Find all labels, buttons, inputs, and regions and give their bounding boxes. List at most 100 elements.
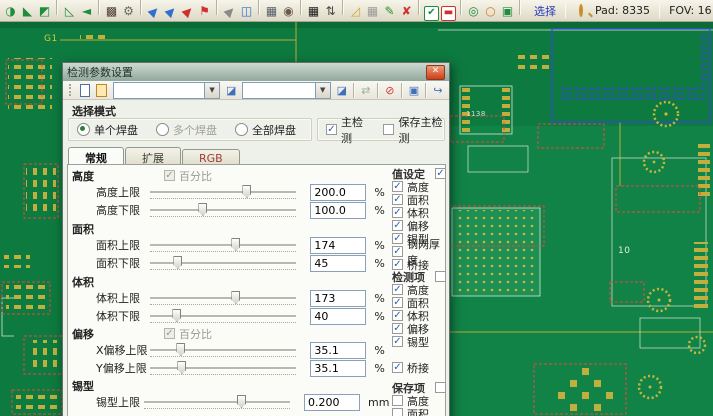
remove-minus-icon[interactable]: ▬ xyxy=(441,6,456,21)
new-template-icon[interactable] xyxy=(80,84,90,97)
save-icon[interactable]: ▣ xyxy=(407,83,421,98)
half-circle-icon[interactable]: ◑ xyxy=(3,3,18,19)
select-mode-label[interactable]: 选择 xyxy=(534,3,556,19)
percent-checkbox[interactable] xyxy=(164,170,175,181)
mode-check-0[interactable]: 主检测 xyxy=(326,114,367,146)
cone-tool-icon[interactable]: ◄ xyxy=(79,3,94,19)
params-panel: 高度百分比高度上限%高度下限%面积面积上限%面积下限%体积体积上限%体积下限%偏… xyxy=(67,164,446,416)
slider-track xyxy=(150,191,296,194)
close-icon[interactable]: ✕ xyxy=(426,65,445,80)
param-slider[interactable] xyxy=(150,307,296,325)
apply-template-1-icon[interactable]: ◪ xyxy=(224,83,238,98)
edit-pencil-icon[interactable]: ✎ xyxy=(382,3,397,19)
circle-orange-icon[interactable]: ○ xyxy=(483,3,498,19)
group-checkbox[interactable] xyxy=(435,382,446,393)
toolbar-separator xyxy=(425,83,427,98)
right-item-面积[interactable]: 面积 xyxy=(392,407,446,416)
param-slider[interactable] xyxy=(150,201,296,219)
disable-icon[interactable]: ⊘ xyxy=(383,83,397,98)
radio-option-0[interactable]: 单个焊盘 xyxy=(77,122,138,138)
dialog-titlebar[interactable]: 检测参数设置 ✕ xyxy=(63,63,449,81)
param-value-input[interactable] xyxy=(304,394,360,411)
template-combo-2[interactable]: ▼ xyxy=(242,82,331,99)
param-slider[interactable] xyxy=(150,236,296,254)
dart-red-icon[interactable]: ▶ xyxy=(177,0,199,22)
pin-red-icon[interactable]: ⚑ xyxy=(197,3,212,19)
measure-area-icon[interactable]: ◣ xyxy=(20,3,35,19)
param-row: 体积上限% xyxy=(96,289,388,307)
checkbox-icon[interactable] xyxy=(392,207,403,218)
radio-icon[interactable] xyxy=(235,123,248,136)
param-value-input[interactable] xyxy=(310,255,366,272)
chevron-down-icon[interactable]: ▼ xyxy=(204,83,219,98)
param-value-input[interactable] xyxy=(310,360,366,377)
param-value-input[interactable] xyxy=(310,342,366,359)
param-slider[interactable] xyxy=(150,289,296,307)
checkbox-icon[interactable] xyxy=(383,124,394,135)
radio-icon[interactable] xyxy=(156,123,169,136)
measure-polygon-icon[interactable]: ◩ xyxy=(37,3,52,19)
ruler-icon[interactable]: ◿ xyxy=(348,3,363,19)
checkbox-icon[interactable] xyxy=(392,297,403,308)
grid-window-icon[interactable]: ▦ xyxy=(264,3,279,19)
group-checkbox[interactable] xyxy=(435,168,446,179)
param-slider[interactable] xyxy=(150,359,296,377)
grid-light-icon[interactable]: ▦ xyxy=(365,3,380,19)
target-circle-icon[interactable]: ◎ xyxy=(466,3,481,19)
param-value-input[interactable] xyxy=(310,290,366,307)
checkbox-icon[interactable] xyxy=(392,181,403,192)
image-icon[interactable]: ▩ xyxy=(104,3,119,19)
toolbar-separator xyxy=(418,0,420,15)
mode-check-1[interactable]: 保存主检测 xyxy=(383,114,444,146)
dart-region-icon[interactable]: ◫ xyxy=(239,3,254,19)
chevron-down-icon[interactable]: ▼ xyxy=(315,83,330,98)
radio-label: 多个焊盘 xyxy=(173,122,217,138)
right-group-1: 检测项高度面积体积偏移锡型桥接 xyxy=(392,270,446,374)
apply-template-2-icon[interactable]: ◪ xyxy=(335,83,349,98)
sync-icon[interactable]: ⇄ xyxy=(359,83,373,98)
right-item-桥接[interactable]: 桥接 xyxy=(392,361,446,374)
checkbox-icon[interactable] xyxy=(392,246,403,257)
delete-x-icon[interactable]: ✘ xyxy=(399,3,414,19)
percent-checkbox[interactable] xyxy=(164,328,175,339)
template-combo-1[interactable]: ▼ xyxy=(113,82,220,99)
camera-icon[interactable]: ◉ xyxy=(281,3,296,19)
right-item-锡型[interactable]: 锡型 xyxy=(392,335,446,348)
param-slider[interactable] xyxy=(150,183,296,201)
param-value-input[interactable] xyxy=(310,237,366,254)
open-template-icon[interactable] xyxy=(96,84,106,97)
square-circle-icon[interactable]: ▣ xyxy=(500,3,515,19)
checkbox-icon[interactable] xyxy=(392,233,403,244)
dart-gray-icon[interactable]: ▶ xyxy=(219,0,241,22)
sort-az-icon[interactable]: ⇅ xyxy=(323,3,338,19)
checkbox-icon[interactable] xyxy=(392,220,403,231)
angle-tool-icon[interactable]: ◺ xyxy=(62,3,77,19)
radio-icon[interactable] xyxy=(77,123,90,136)
checkbox-icon[interactable] xyxy=(392,408,403,416)
checkbox-icon[interactable] xyxy=(392,194,403,205)
checkbox-icon[interactable] xyxy=(392,395,403,406)
param-value-input[interactable] xyxy=(310,202,366,219)
radio-option-1[interactable]: 多个焊盘 xyxy=(156,122,217,138)
radio-option-2[interactable]: 全部焊盘 xyxy=(235,122,296,138)
param-unit: % xyxy=(374,310,388,323)
param-slider[interactable] xyxy=(150,254,296,272)
export-icon[interactable]: ↪ xyxy=(431,83,445,98)
checkbox-icon[interactable] xyxy=(392,362,403,373)
param-slider[interactable] xyxy=(144,393,290,411)
checkbox-icon[interactable] xyxy=(392,323,403,334)
apply-check-icon[interactable]: ✔ xyxy=(424,6,439,21)
checkbox-icon[interactable] xyxy=(392,310,403,321)
group-checkbox[interactable] xyxy=(435,271,446,282)
checkbox-icon[interactable] xyxy=(392,336,403,347)
param-unit: % xyxy=(374,204,388,217)
checkbox-icon[interactable] xyxy=(392,284,403,295)
tools-icon[interactable]: ⚙ xyxy=(121,3,136,19)
param-slider[interactable] xyxy=(150,341,296,359)
param-value-input[interactable] xyxy=(310,308,366,325)
checkbox-icon[interactable] xyxy=(326,124,337,135)
magnifier-icon[interactable] xyxy=(579,4,583,17)
param-value-input[interactable] xyxy=(310,184,366,201)
tiles-icon[interactable]: ▦ xyxy=(306,3,321,19)
section-title: 锡型 xyxy=(72,378,164,394)
